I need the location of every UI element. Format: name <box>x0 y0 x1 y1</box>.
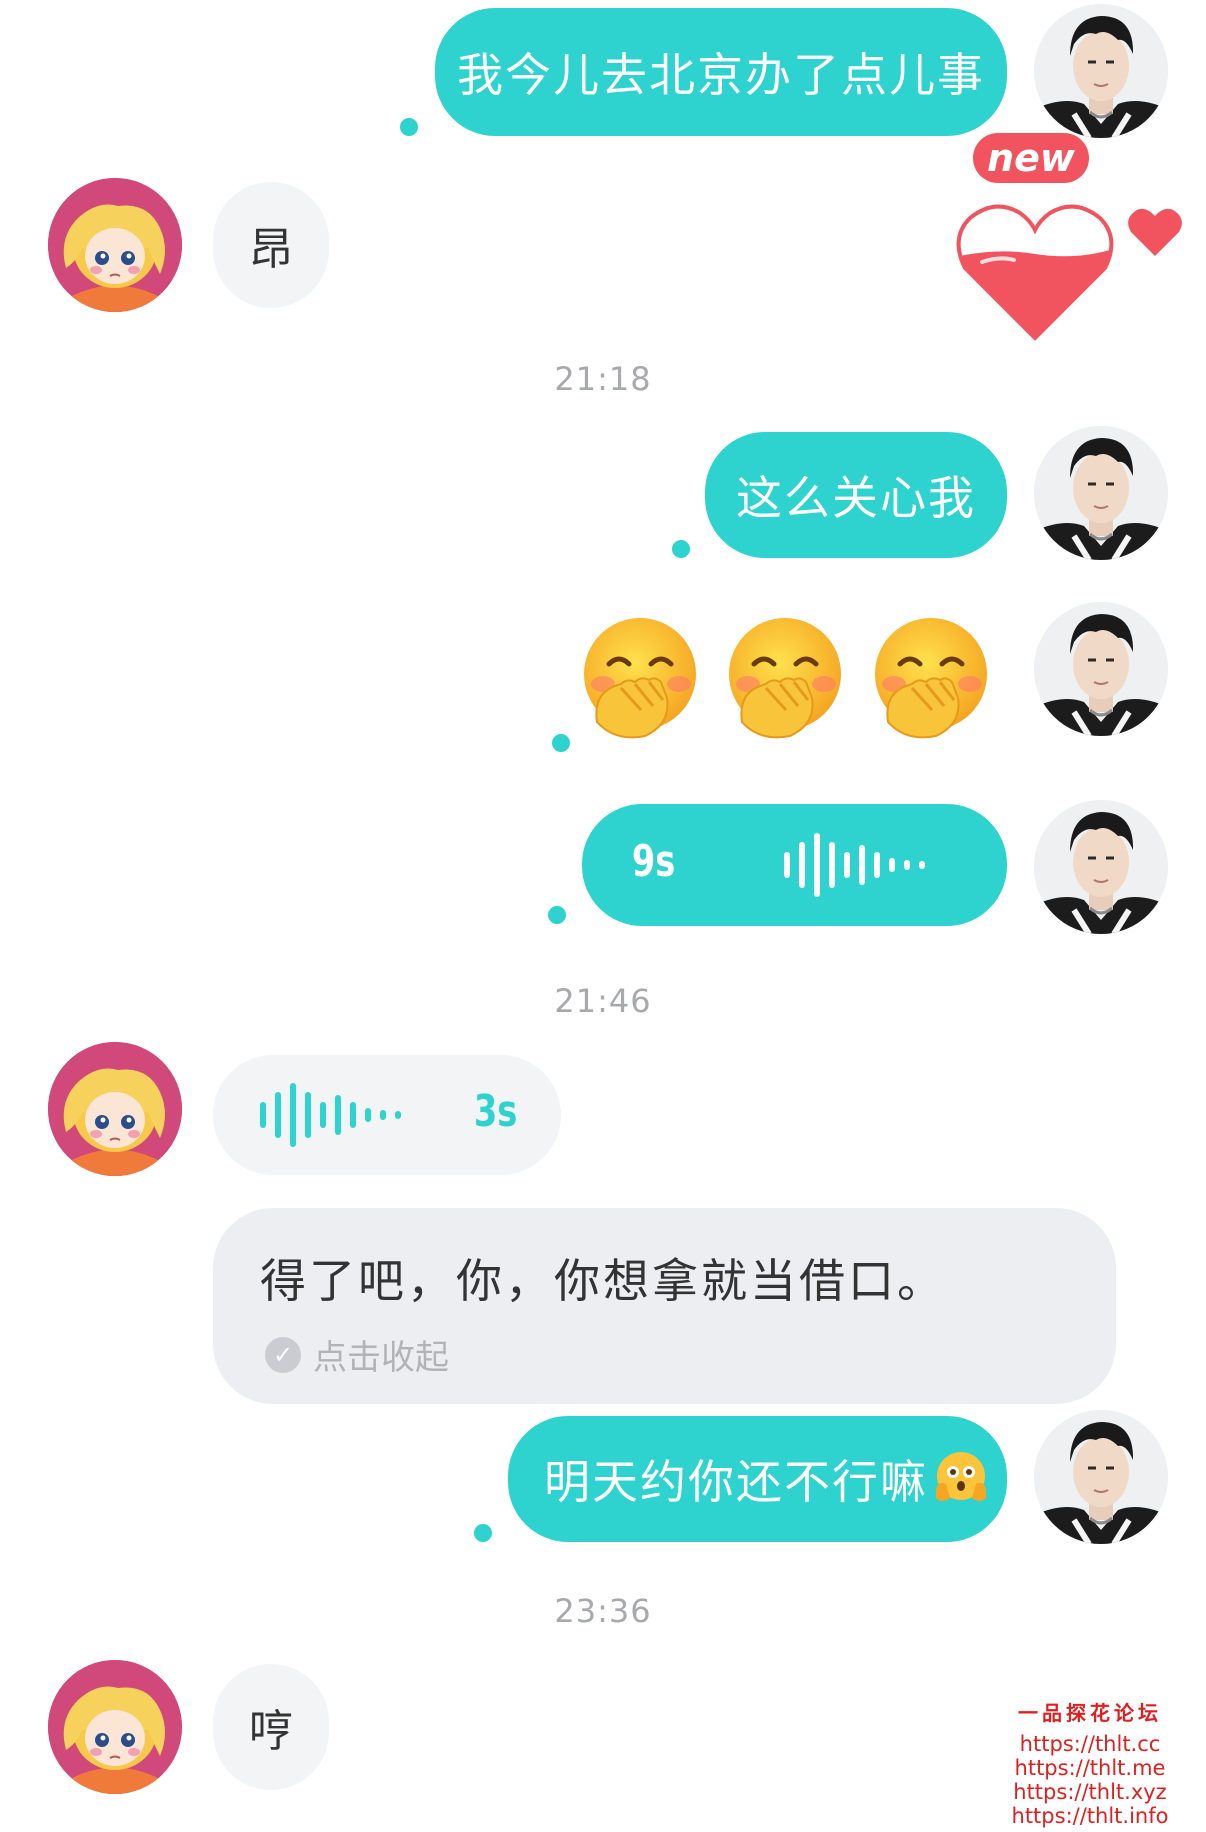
outgoing-message-1[interactable]: 我今儿去北京办了点儿事 <box>435 8 1007 136</box>
watermark-url: https://thlt.xyz <box>1013 1780 1167 1804</box>
message-text: 昂 <box>249 224 293 275</box>
watermark-url: https://thlt.cc <box>1019 1732 1161 1756</box>
contact-avatar[interactable] <box>48 178 182 312</box>
incoming-message-2[interactable]: 哼 <box>213 1664 329 1790</box>
timestamp: 21:18 <box>554 360 652 398</box>
message-text: 这么关心我 <box>736 471 976 525</box>
outgoing-message-3[interactable]: 明天约你还不行嘛 <box>508 1416 1007 1542</box>
voice-waveform-icon <box>784 830 925 900</box>
timestamp: 23:36 <box>554 1592 652 1630</box>
contact-avatar[interactable] <box>48 1042 182 1176</box>
message-text: 我今儿去北京办了点儿事 <box>457 48 985 102</box>
hand-over-mouth-emoji[interactable] <box>575 614 705 744</box>
collapse-transcript-button[interactable]: ✓ 点击收起 <box>265 1330 449 1379</box>
incoming-message-1[interactable]: 昂 <box>213 182 329 308</box>
read-indicator-dot <box>552 734 570 752</box>
outgoing-message-2[interactable]: 这么关心我 <box>705 432 1007 558</box>
my-avatar[interactable] <box>1034 602 1168 736</box>
watermark-title: 一品探花论坛 <box>1018 1701 1162 1725</box>
check-icon: ✓ <box>265 1336 301 1373</box>
voice-duration: 3s <box>473 1086 518 1137</box>
heart-icon[interactable] <box>1126 206 1184 258</box>
hand-over-mouth-emoji[interactable] <box>720 614 850 744</box>
my-avatar[interactable] <box>1034 1410 1168 1544</box>
watermark-url: https://thlt.info <box>1011 1804 1169 1828</box>
read-indicator-dot <box>672 540 690 558</box>
message-text: 明天约你还不行嘛 <box>544 1455 928 1509</box>
flushed-hands-emoji <box>936 1452 986 1501</box>
my-avatar[interactable] <box>1034 4 1168 138</box>
timestamp: 21:46 <box>554 982 652 1020</box>
my-avatar[interactable] <box>1034 426 1168 560</box>
watermark: 一品探花论坛 https://thlt.cc https://thlt.me h… <box>990 1697 1190 1828</box>
contact-avatar[interactable] <box>48 1660 182 1794</box>
my-avatar[interactable] <box>1034 800 1168 934</box>
read-indicator-dot <box>474 1524 492 1542</box>
message-text: 哼 <box>249 1706 293 1757</box>
read-indicator-dot <box>548 906 566 924</box>
new-badge: new <box>973 133 1089 183</box>
hand-over-mouth-emoji[interactable] <box>866 614 996 744</box>
read-indicator-dot <box>400 118 418 136</box>
voice-duration: 9s <box>631 836 676 887</box>
collapse-label: 点击收起 <box>313 1338 449 1378</box>
voice-waveform-icon <box>260 1080 401 1150</box>
transcript-text: 得了吧，你，你想拿就当借口。 <box>260 1254 946 1308</box>
heart-meter-icon[interactable] <box>950 198 1120 346</box>
watermark-url: https://thlt.me <box>1014 1756 1166 1780</box>
